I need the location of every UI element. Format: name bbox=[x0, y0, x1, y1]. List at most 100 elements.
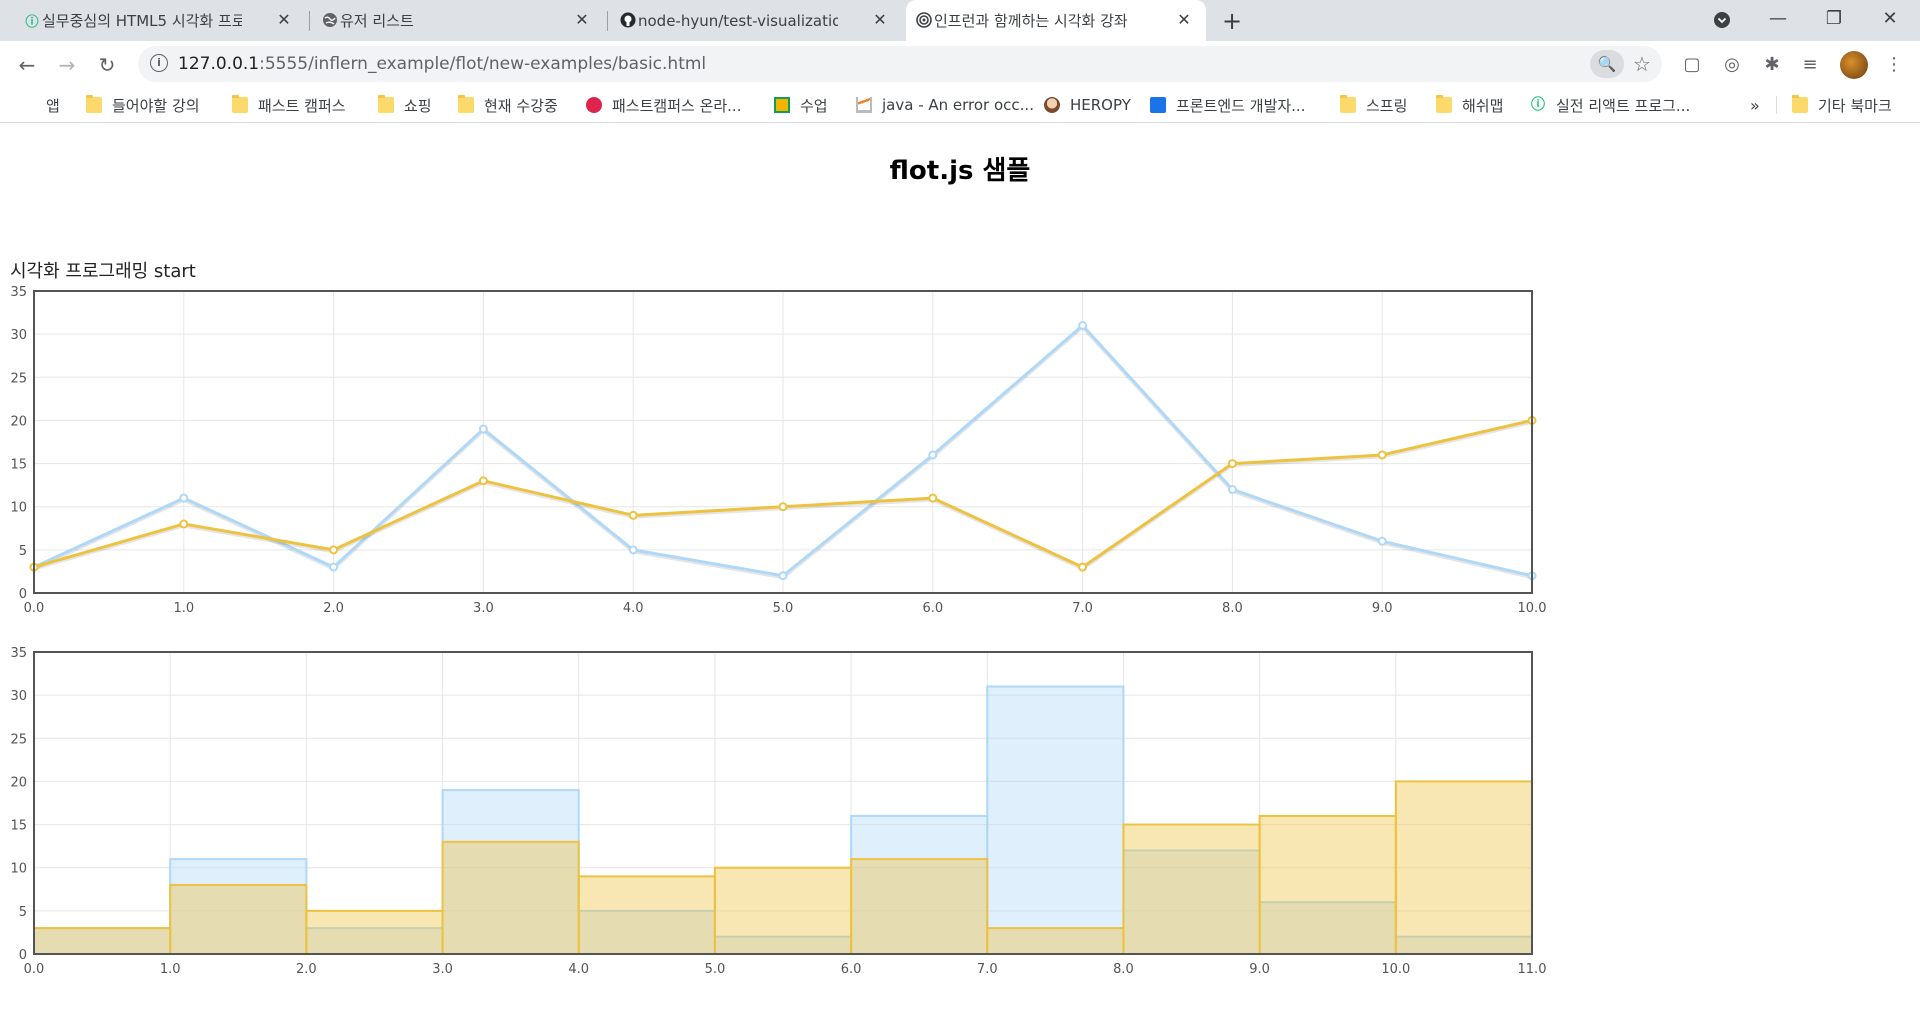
data-point bbox=[628, 510, 638, 520]
x-tick-label: 1.0 bbox=[173, 601, 194, 616]
tab-visualization-course[interactable]: 인프런과 함께하는 시각화 강좌 ✕ bbox=[906, 0, 1206, 41]
y-tick-label: 30 bbox=[10, 689, 27, 704]
bookmark-label: java - An error occ... bbox=[882, 96, 1034, 114]
data-point bbox=[179, 493, 189, 503]
close-icon[interactable]: ✕ bbox=[870, 10, 890, 30]
bookmark-label: 수업 bbox=[800, 96, 828, 115]
minimize-button[interactable]: — bbox=[1750, 0, 1806, 41]
bookmark-apps[interactable]: 앱 bbox=[20, 88, 60, 122]
tab-title: 인프런과 함께하는 시각화 강좌 bbox=[934, 12, 1128, 30]
y-tick-label: 15 bbox=[10, 458, 27, 473]
x-tick-label: 5.0 bbox=[773, 601, 794, 616]
data-point bbox=[1227, 484, 1237, 494]
bookmark-label: 기타 북마크 bbox=[1818, 96, 1892, 115]
zoom-icon[interactable]: 🔍 bbox=[1590, 50, 1624, 78]
bookmark-label: 들어야할 강의 bbox=[112, 96, 200, 115]
tab-separator bbox=[607, 11, 608, 31]
x-tick-label: 8.0 bbox=[1113, 962, 1134, 977]
bookmark-label: 스프링 bbox=[1366, 96, 1408, 115]
data-point bbox=[928, 450, 938, 460]
tab-title: node-hyun/test-visualization: te bbox=[638, 11, 838, 30]
x-tick-label: 2.0 bbox=[296, 962, 317, 977]
stackoverflow-icon bbox=[856, 97, 872, 113]
extension-owl-icon[interactable]: ◎ bbox=[1720, 53, 1744, 77]
fastcampus-icon bbox=[586, 97, 602, 113]
address-bar[interactable]: i 127.0.0.1:5555/inflern_example/flot/ne… bbox=[138, 46, 1662, 82]
y-tick-label: 25 bbox=[10, 732, 27, 747]
data-point bbox=[1227, 459, 1237, 469]
y-tick-label: 35 bbox=[10, 285, 27, 300]
y-tick-label: 0 bbox=[19, 587, 27, 602]
bookmarks-more-button[interactable]: » bbox=[1750, 88, 1760, 122]
bookmark-classroom[interactable]: 수업 bbox=[774, 88, 828, 122]
bookmark-folder[interactable]: 쇼핑 bbox=[378, 88, 432, 122]
bookmark-label: 앱 bbox=[46, 96, 60, 115]
data-point bbox=[478, 476, 488, 486]
reload-button[interactable]: ↻ bbox=[92, 50, 122, 80]
avatar[interactable] bbox=[1840, 51, 1868, 79]
y-tick-label: 20 bbox=[10, 414, 27, 429]
bookmark-folder[interactable]: 스프링 bbox=[1340, 88, 1407, 122]
menu-icon[interactable]: ⋮ bbox=[1882, 53, 1906, 77]
site-info-icon[interactable]: i bbox=[150, 54, 168, 72]
bar-series-1 bbox=[986, 685, 1125, 955]
bookmark-heropy[interactable]: HEROPY bbox=[1044, 88, 1131, 122]
github-icon bbox=[620, 12, 636, 28]
bookmark-star-icon[interactable]: ☆ bbox=[1628, 50, 1656, 78]
bookmark-label: HEROPY bbox=[1070, 96, 1131, 114]
tab-search-button[interactable] bbox=[1694, 0, 1750, 41]
bookmark-label: 현재 수강중 bbox=[484, 96, 558, 115]
bookmark-folder[interactable]: 들어야할 강의 bbox=[86, 88, 200, 122]
tab-inflearn-course[interactable]: ⓘ 실무중심의 HTML5 시각화 프로 ✕ bbox=[14, 0, 306, 41]
x-tick-label: 10.0 bbox=[1381, 962, 1410, 977]
bar-series-2 bbox=[577, 875, 716, 955]
folder-icon bbox=[1436, 95, 1452, 113]
tab-user-list[interactable]: 유저 리스트 ✕ bbox=[312, 0, 604, 41]
media-control-icon[interactable]: ≡ bbox=[1798, 53, 1822, 77]
data-point bbox=[928, 493, 938, 503]
page-title: flot.js 샘플 bbox=[889, 156, 1031, 186]
bar-series-2 bbox=[1122, 823, 1261, 955]
line-chart: 0.0 1.0 2.0 3.0 4.0 5.0 6.0 7.0 8.0 9.0 10.0 0 5 10 15… bbox=[10, 285, 1546, 616]
bookmark-frontend[interactable]: 프론트엔드 개발자... bbox=[1150, 88, 1305, 122]
restore-button[interactable]: ❐ bbox=[1806, 0, 1862, 41]
bookmark-react[interactable]: ⓘ 실전 리액트 프로그... bbox=[1530, 88, 1690, 122]
bookmark-folder[interactable]: 패스트 캠퍼스 bbox=[232, 88, 346, 122]
url-text[interactable]: 127.0.0.1:5555/inflern_example/flot/new-… bbox=[178, 46, 706, 82]
bookmark-folder[interactable]: 현재 수강중 bbox=[458, 88, 558, 122]
y-tick-label: 10 bbox=[10, 862, 27, 877]
tab-github[interactable]: node-hyun/test-visualization: te ✕ bbox=[610, 0, 902, 41]
bar-series-2 bbox=[441, 840, 580, 955]
back-button[interactable]: ← bbox=[12, 50, 42, 80]
bookmark-folder[interactable]: 해쉬맵 bbox=[1436, 88, 1503, 122]
window-close-button[interactable]: ✕ bbox=[1862, 0, 1918, 41]
folder-icon bbox=[232, 95, 248, 113]
new-tab-button[interactable]: + bbox=[1218, 8, 1246, 36]
y-tick-label: 10 bbox=[10, 501, 27, 516]
bar-series-2 bbox=[169, 883, 308, 956]
avatar-icon bbox=[1044, 97, 1060, 113]
data-point bbox=[329, 562, 339, 572]
bookmark-stackoverflow[interactable]: java - An error occ... bbox=[856, 88, 1034, 122]
bar-chart: 0.0 1.0 2.0 3.0 4.0 5.0 6.0 7.0 8.0 9.0 10.0 11.0 0 5… bbox=[10, 646, 1546, 977]
data-point bbox=[778, 502, 788, 512]
close-icon[interactable]: ✕ bbox=[1174, 10, 1194, 30]
puzzle-icon[interactable]: ✱ bbox=[1760, 53, 1784, 77]
x-tick-label: 10.0 bbox=[1518, 601, 1547, 616]
bookmark-label: 실전 리액트 프로그... bbox=[1556, 96, 1691, 115]
x-tick-label: 4.0 bbox=[623, 601, 644, 616]
x-tick-label: 9.0 bbox=[1372, 601, 1393, 616]
url-path: :5555/inflern_example/flot/new-examples/… bbox=[259, 54, 707, 74]
bar-series-2 bbox=[305, 909, 444, 955]
data-point bbox=[329, 545, 339, 555]
extension-blank-icon[interactable]: ▢ bbox=[1680, 53, 1704, 77]
y-tick-label: 20 bbox=[10, 775, 27, 790]
close-icon[interactable]: ✕ bbox=[572, 10, 592, 30]
close-icon[interactable]: ✕ bbox=[274, 10, 294, 30]
forward-button[interactable]: → bbox=[52, 50, 82, 80]
x-tick-label: 6.0 bbox=[922, 601, 943, 616]
apps-icon bbox=[20, 97, 36, 113]
tab-separator bbox=[309, 11, 310, 31]
other-bookmarks[interactable]: 기타 북마크 bbox=[1792, 88, 1892, 122]
bookmark-fastcampus[interactable]: 패스트캠퍼스 온라... bbox=[586, 88, 741, 122]
